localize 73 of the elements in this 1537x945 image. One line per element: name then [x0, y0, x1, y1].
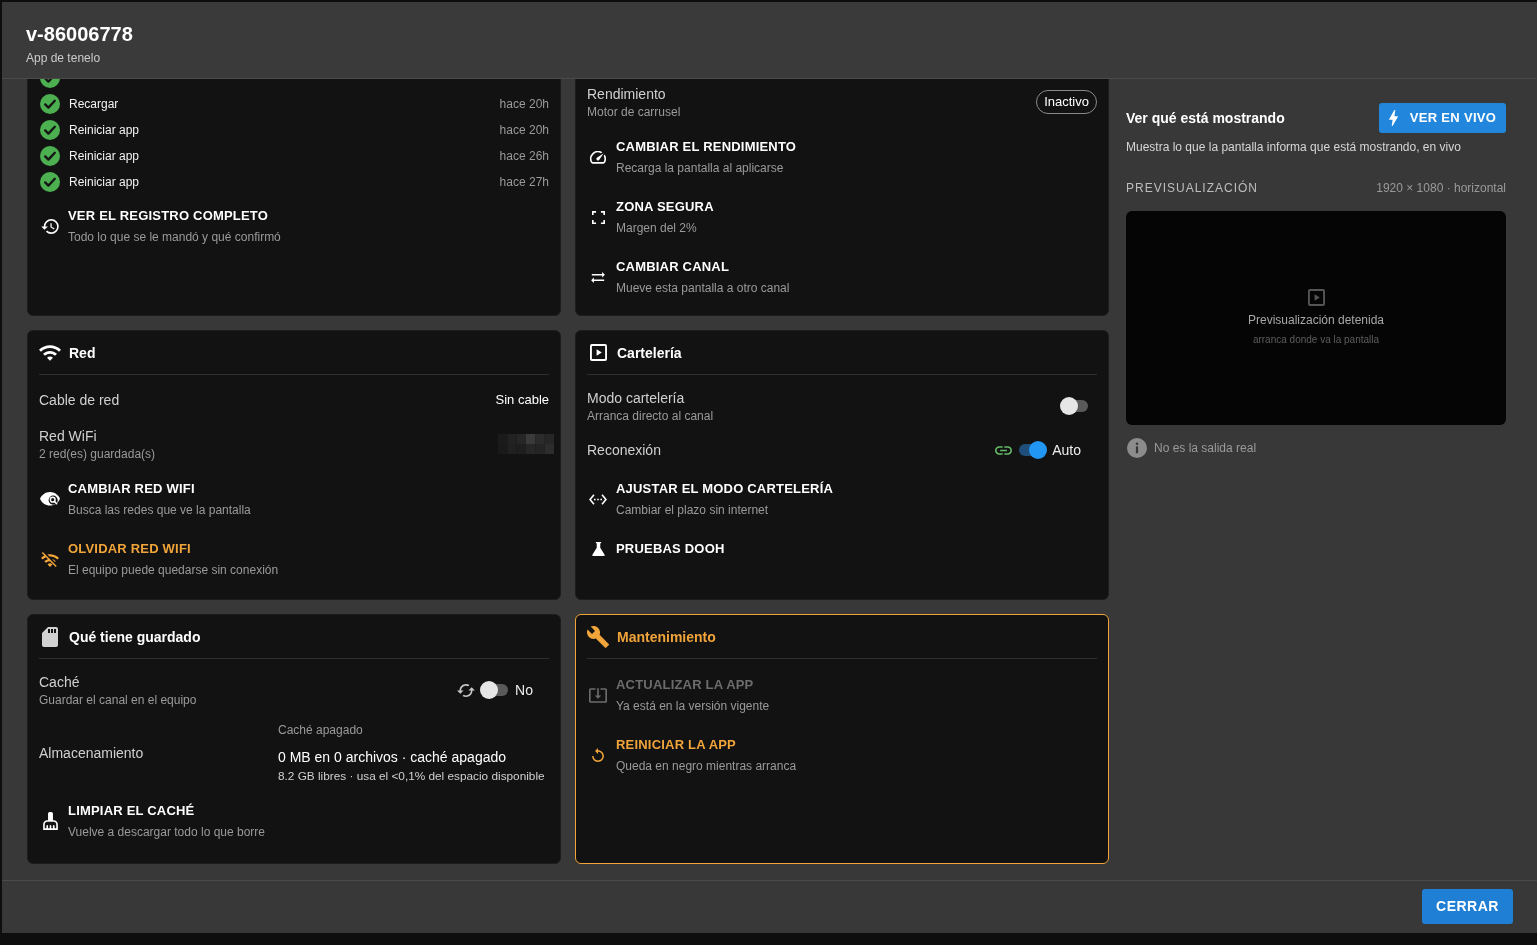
history-entry: Reiniciar app	[69, 174, 140, 190]
action-button[interactable]: CAMBIAR RED WIFI Busca las redes que ve la pantalla	[39, 476, 251, 522]
dialog-subtitle: App de tenelo	[26, 50, 101, 66]
action-button[interactable]: CAMBIAR EL RENDIMIENTO Recarga la pantalla al aplicarse	[587, 134, 797, 180]
setting-description: Guardar el canal en el equipo	[39, 692, 197, 708]
code-dots-icon	[589, 493, 607, 505]
resolution-text: 1920 × 1080 · horizontal	[1376, 180, 1506, 196]
storage-label: Almacenamiento	[39, 744, 145, 763]
history-entry: Reiniciar app	[69, 122, 140, 138]
action-button[interactable]: PRUEBAS DOOH	[587, 536, 725, 562]
history-time: hace 20h	[499, 96, 549, 112]
corner-brackets-icon	[591, 210, 605, 224]
setting-label: Cable de red	[39, 391, 120, 410]
setting-label: Rendimiento	[587, 85, 666, 104]
setting-description: Arranca directo al canal	[587, 408, 714, 424]
storage-note: Caché apagado	[278, 722, 363, 738]
action-button[interactable]: CAMBIAR CANAL Mueve esta pantalla a otro canal	[587, 254, 790, 300]
live-view-button[interactable]: VER EN VIVO	[1379, 103, 1506, 133]
storage-detail: 8.2 GB libres · usa el <0,1% del espacio disponible	[278, 768, 545, 784]
history-icon	[41, 218, 59, 234]
sync-icon	[457, 683, 476, 697]
preview-note: No es la salida real	[1154, 440, 1257, 456]
action-button[interactable]: AJUSTAR EL MODO CARTELERÍA Cambiar el plazo sin internet	[587, 476, 834, 522]
bolt-icon	[1388, 110, 1398, 126]
action-button[interactable]: ZONA SEGURA Margen del 2%	[587, 194, 714, 240]
setting-value: Sin cable	[495, 391, 549, 409]
wrench-icon	[587, 625, 609, 648]
wifi-off-icon	[41, 551, 59, 567]
toggle-switch[interactable]	[1060, 397, 1090, 415]
preview-status: Previsualización detenida	[1247, 312, 1385, 328]
link-icon	[995, 445, 1013, 455]
setting-label: Caché	[39, 673, 80, 692]
action-button[interactable]: REINICIAR LA APP Queda en negro mientras arranca	[587, 732, 797, 778]
setting-label: Reconexión	[587, 441, 661, 460]
action-button[interactable]: LIMPIAR EL CACHÉ Vuelve a descargar todo lo que borre	[39, 798, 265, 844]
history-entry: Reiniciar app	[69, 148, 140, 164]
preview-hint: arranca donde va la pantalla	[1252, 333, 1380, 347]
history-time: hace 27h	[499, 174, 549, 190]
setting-description: Motor de carrusel	[587, 104, 681, 120]
eye-search-icon	[40, 492, 60, 506]
wifi-icon	[39, 344, 61, 361]
panel-title: Ver qué está mostrando	[1126, 109, 1285, 128]
card-title: Cartelería	[617, 343, 682, 363]
section-label: PREVISUALIZACIÓN	[1126, 180, 1259, 196]
history-time: hace 26h	[499, 148, 549, 164]
swap-arrows-icon	[591, 271, 605, 283]
action-button[interactable]: OLVIDAR RED WIFI El equipo puede quedarse sin conexión	[39, 536, 279, 582]
storage-value: 0 MB en 0 archivos · caché apagado	[278, 748, 507, 767]
history-entry: Recargar	[69, 96, 119, 112]
restart-icon	[592, 748, 604, 762]
close-button[interactable]: CERRAR	[1422, 889, 1513, 924]
flask-icon	[591, 542, 605, 556]
play-square-icon	[589, 344, 607, 361]
download-box-icon	[589, 687, 607, 703]
toggle-state-label: Auto	[1052, 441, 1081, 460]
card-title: Mantenimiento	[617, 627, 716, 647]
history-time: hace 20h	[499, 122, 549, 138]
toggle-state-label: No	[515, 681, 533, 700]
toggle-switch[interactable]	[480, 681, 511, 699]
setting-description: 2 red(es) guardada(s)	[39, 446, 156, 462]
action-button[interactable]: VER EL REGISTRO COMPLETO Todo lo que se le mandó y qué confirmó	[39, 203, 281, 249]
play-square-icon	[1307, 289, 1325, 306]
card-title: Red	[69, 343, 96, 363]
info-icon	[1127, 438, 1147, 458]
setting-label: Red WiFi	[39, 427, 97, 446]
brush-icon	[42, 812, 58, 830]
setting-label: Modo cartelería	[587, 389, 685, 408]
gauge-icon	[590, 150, 606, 164]
sd-card-icon	[42, 626, 58, 647]
dialog-title: v-86006778	[26, 22, 133, 46]
card-title: Qué tiene guardado	[69, 627, 201, 647]
panel-description: Muestra lo que la pantalla informa que está mostrando, en vivo	[1126, 139, 1462, 155]
toggle-switch[interactable]	[1017, 441, 1048, 459]
